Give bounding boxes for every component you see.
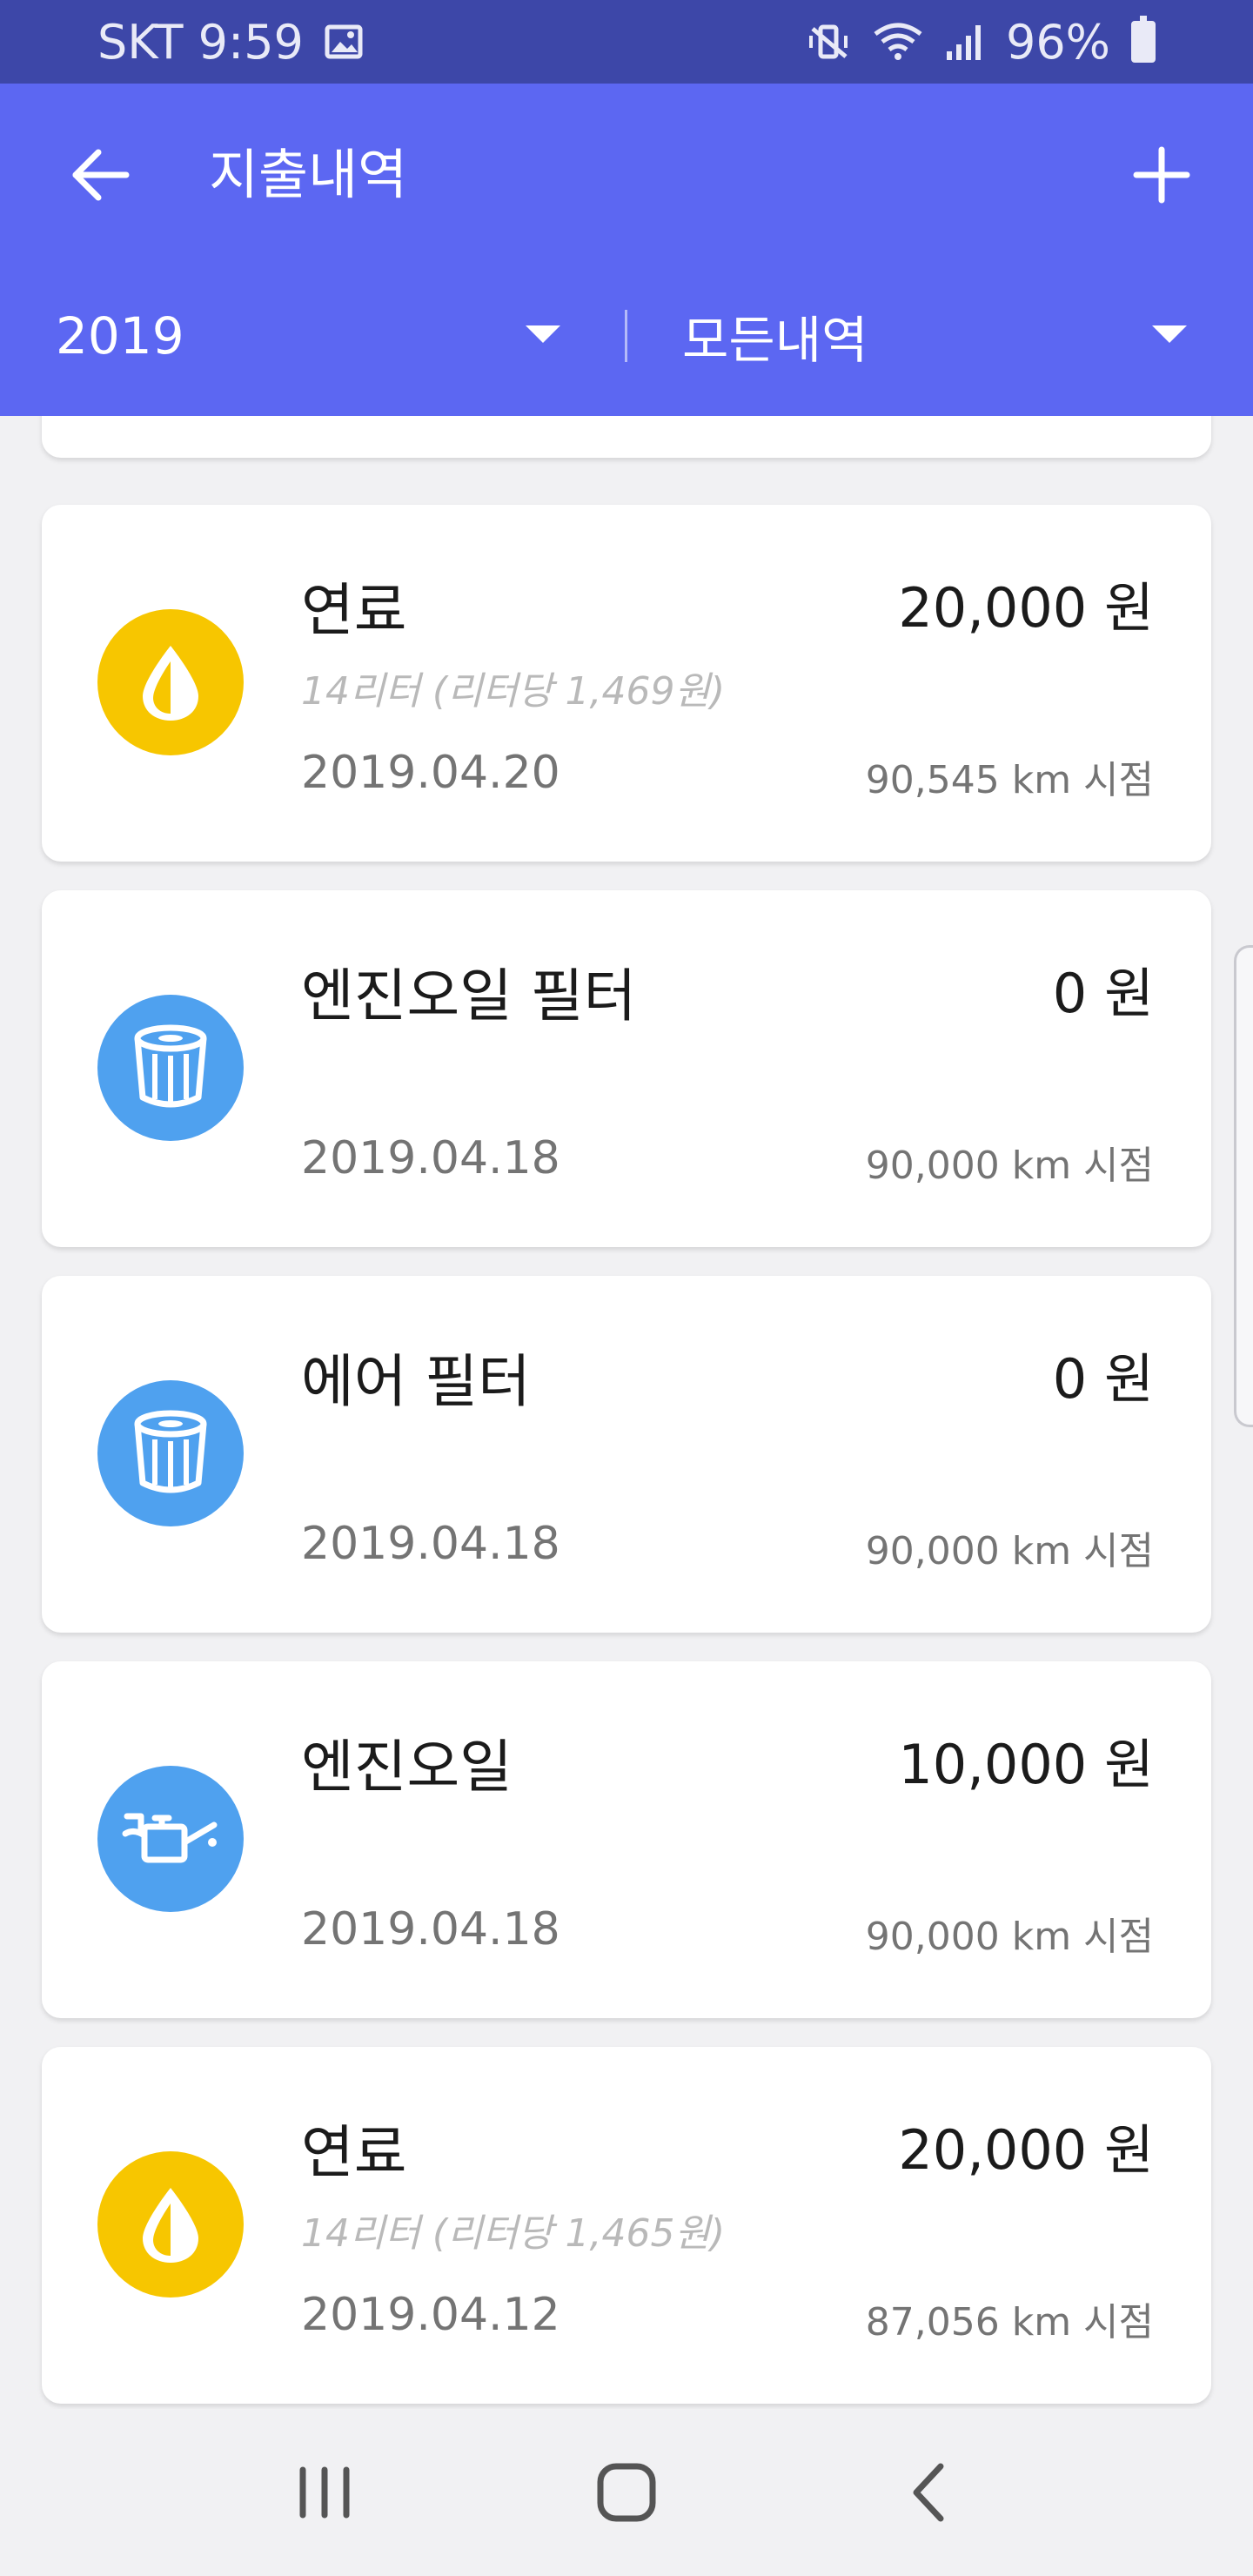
add-expense-button[interactable] [1122, 136, 1201, 214]
entry-amount: 20,000 원 [898, 2118, 1154, 2182]
filter-icon [134, 1024, 207, 1108]
app-bar: 지출내역 2019 모든내역 [0, 84, 1253, 416]
entry-title: 연료 [301, 577, 407, 644]
plus-icon [1133, 146, 1190, 204]
expense-card[interactable]: 연료 14리터 (리터당 1,469원) 20,000 원 2019.04.20… [42, 505, 1211, 862]
wifi-icon [872, 22, 924, 62]
expense-card[interactable]: 에어 필터 0 원 2019.04.18 90,000 km 시점 [42, 1276, 1211, 1633]
entry-amount: 0 원 [1052, 1347, 1154, 1411]
recent-apps-button[interactable] [272, 2440, 377, 2545]
recent-apps-icon [299, 2466, 350, 2519]
entry-detail: 14리터 (리터당 1,465원) [301, 2211, 726, 2256]
entry-odometer: 90,000 km 시점 [865, 1915, 1154, 1959]
entry-detail: 14리터 (리터당 1,469원) [301, 669, 726, 714]
expense-list[interactable]: 연료 14리터 (리터당 1,469원) 20,000 원 2019.04.20… [0, 416, 1253, 2409]
navigation-bar [0, 2409, 1253, 2576]
entry-amount: 20,000 원 [898, 576, 1154, 640]
entry-title: 에어 필터 [301, 1348, 531, 1415]
signal-icon [945, 22, 985, 62]
home-button[interactable] [574, 2440, 679, 2545]
entry-date: 2019.04.18 [301, 1903, 560, 1955]
expense-card[interactable]: 엔진오일 필터 0 원 2019.04.18 90,000 km 시점 [42, 890, 1211, 1247]
status-bar: SKT 9:59 96% [0, 0, 1253, 84]
battery-icon [1131, 16, 1156, 63]
entry-title: 엔진오일 필터 [301, 963, 637, 1030]
entry-odometer: 90,545 km 시점 [865, 758, 1154, 802]
back-nav-button[interactable] [876, 2440, 981, 2545]
entry-title: 엔진오일 [301, 1734, 513, 1801]
entry-date: 2019.04.20 [301, 747, 560, 799]
scroll-handle[interactable] [1234, 945, 1253, 1427]
entry-date: 2019.04.12 [301, 2289, 560, 2341]
type-dropdown-label: 모든내역 [682, 311, 868, 370]
filter-icon-badge [97, 995, 244, 1141]
entry-amount: 0 원 [1052, 962, 1154, 1025]
year-dropdown-label: 2019 [56, 306, 184, 366]
carrier-time: SKT 9:59 [97, 14, 304, 70]
entry-odometer: 90,000 km 시점 [865, 1529, 1154, 1573]
status-right: 96% [807, 15, 1156, 70]
status-left: SKT 9:59 [97, 15, 363, 70]
filter-icon [134, 1410, 207, 1493]
fuel-drop-icon [143, 2188, 198, 2263]
entry-odometer: 87,056 km 시점 [865, 2300, 1154, 2345]
filter-row: 2019 모든내역 [0, 292, 1253, 379]
image-icon [325, 24, 363, 59]
entry-title: 연료 [301, 2119, 407, 2186]
fuel-drop-icon [143, 646, 198, 721]
oil-can-icon-badge [97, 1766, 244, 1912]
entry-date: 2019.04.18 [301, 1132, 560, 1184]
vibrate-mute-icon [807, 22, 851, 62]
arrow-left-icon [72, 149, 130, 201]
expense-card[interactable]: 연료 14리터 (리터당 1,465원) 20,000 원 2019.04.12… [42, 2047, 1211, 2404]
oil-can-icon [122, 1813, 218, 1863]
filter-icon-badge [97, 1380, 244, 1526]
fuel-icon-badge [97, 2151, 244, 2298]
filter-divider [625, 310, 627, 362]
year-dropdown[interactable]: 2019 [56, 292, 578, 379]
expense-card[interactable]: 엔진오일 10,000 원 2019.04.18 90,000 km 시점 [42, 1661, 1211, 2018]
caret-down-icon [526, 325, 560, 343]
battery-percent: 96% [1005, 14, 1110, 70]
back-button[interactable] [61, 136, 139, 214]
expense-card-partial[interactable] [42, 416, 1211, 458]
entry-amount: 10,000 원 [898, 1733, 1154, 1796]
caret-down-icon [1152, 325, 1187, 343]
entry-odometer: 90,000 km 시점 [865, 1144, 1154, 1188]
type-dropdown[interactable]: 모든내역 [682, 292, 1204, 379]
entry-date: 2019.04.18 [301, 1518, 560, 1570]
fuel-icon-badge [97, 609, 244, 755]
home-icon [597, 2463, 656, 2522]
back-icon [913, 2463, 944, 2522]
page-title: 지출내역 [209, 143, 408, 206]
